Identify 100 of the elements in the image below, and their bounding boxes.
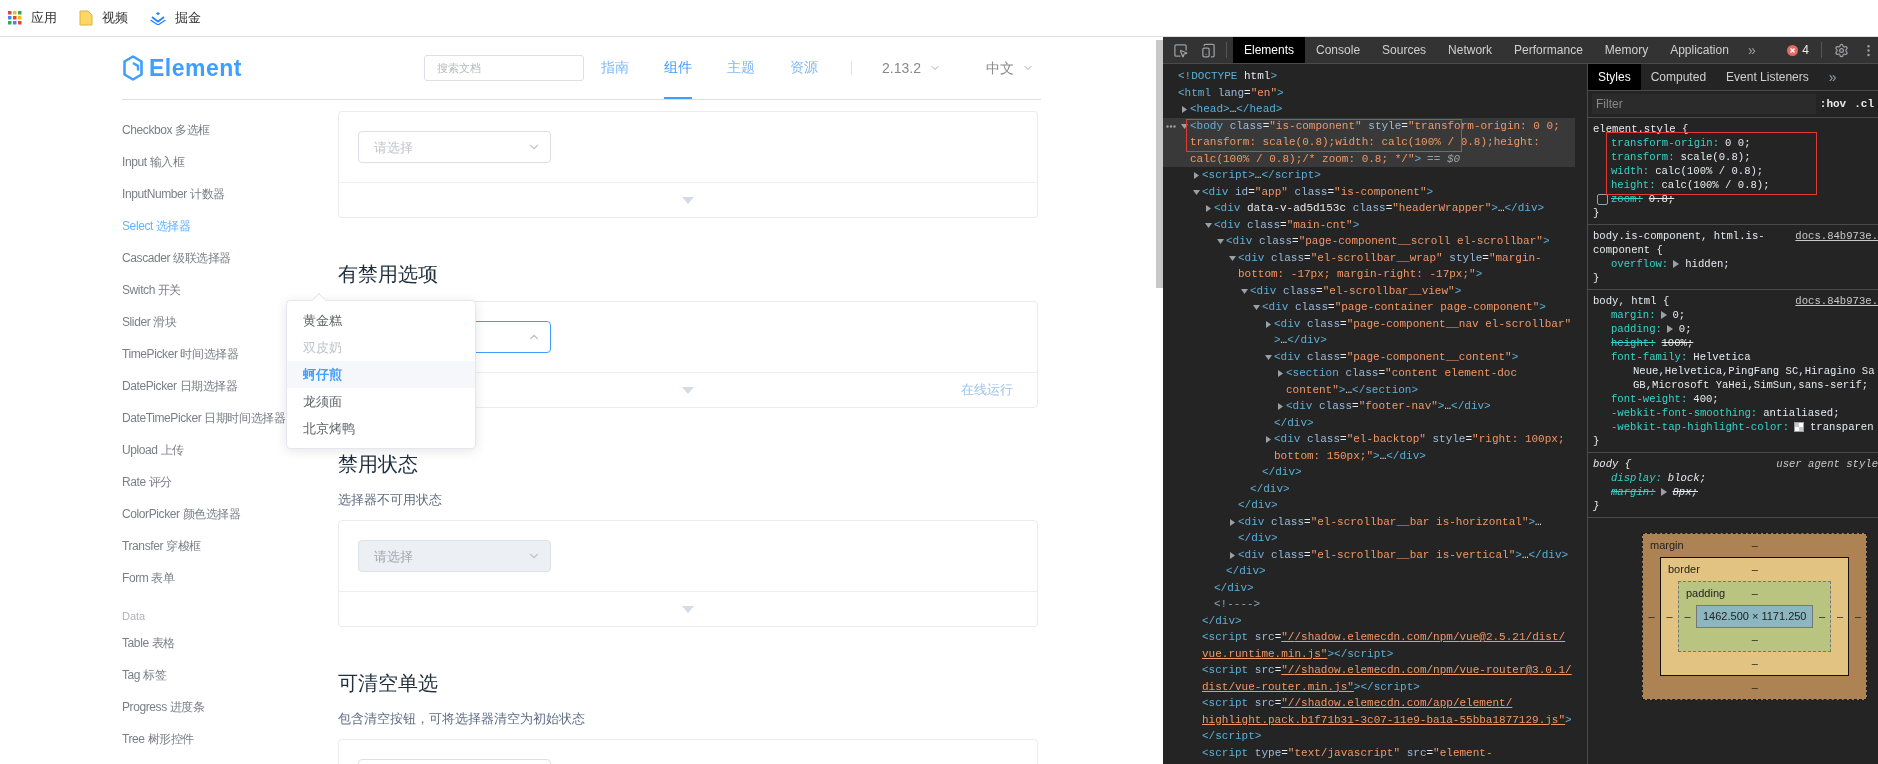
sidebar-item[interactable]: ColorPicker 颜色选择器 xyxy=(122,498,241,530)
caret-right-icon[interactable] xyxy=(1265,436,1272,443)
caret-right-icon[interactable] xyxy=(1193,172,1200,179)
error-counter[interactable]: 4 xyxy=(1787,41,1809,59)
panel-tab[interactable]: Console xyxy=(1305,37,1372,63)
caret-down-icon[interactable] xyxy=(1205,221,1212,229)
more-tabs-button[interactable]: » xyxy=(1747,39,1756,61)
dom-node[interactable]: <html lang="en"> xyxy=(1163,84,1575,101)
sidebar-item[interactable]: Input 输入框 xyxy=(122,146,185,178)
dom-node[interactable]: <script type="text/javascript" src="element- xyxy=(1163,744,1575,761)
dom-node[interactable]: <div class="el-scrollbar__view"> xyxy=(1163,282,1575,299)
closing-tag: </div> xyxy=(1250,482,1290,495)
dom-node[interactable]: <div class="el-scrollbar__bar is-horizontal">… xyxy=(1163,513,1575,530)
stylesheet-link[interactable]: docs.84b973e. xyxy=(1795,229,1878,243)
caret-right-icon[interactable] xyxy=(1229,551,1236,559)
caret-down-icon[interactable] xyxy=(1217,238,1224,245)
filter-field[interactable]: Filter xyxy=(1592,94,1816,114)
bookmark[interactable]: 视频 xyxy=(79,8,128,28)
sidebar-item[interactable]: Slider 滑块 xyxy=(122,306,177,338)
dom-node[interactable]: <div id="app" class="is-component"> xyxy=(1163,183,1575,200)
caret-right-icon[interactable] xyxy=(1265,320,1272,328)
bookmark[interactable]: 掘金 xyxy=(150,8,201,28)
property-value: Helvetica xyxy=(1693,350,1751,364)
version-select[interactable]: 2.13.2 xyxy=(882,57,941,79)
rule-close-brace: } xyxy=(1593,206,1600,220)
panel-tab[interactable]: Performance xyxy=(1503,37,1594,63)
sidebar-item[interactable]: InputNumber 计数器 xyxy=(122,178,225,210)
sidebar-item[interactable]: DateTimePicker 日期时间选择器 xyxy=(122,402,286,434)
sidebar-pane-tab[interactable]: Event Listeners xyxy=(1716,64,1819,90)
dom-node[interactable]: <!DOCTYPE html> xyxy=(1163,68,1575,85)
caret-down-icon[interactable] xyxy=(1229,254,1236,262)
caret-right-icon[interactable] xyxy=(1205,205,1212,212)
select-field[interactable]: 请选择 xyxy=(358,131,551,163)
expand-icon[interactable] xyxy=(1660,488,1667,496)
caret-down-icon[interactable] xyxy=(1253,304,1260,311)
panel-tab[interactable]: Memory xyxy=(1593,37,1660,63)
caret-down-icon[interactable] xyxy=(1181,122,1188,130)
sidebar-pane-tab[interactable]: Styles xyxy=(1588,64,1641,90)
sidebar-item[interactable]: Checkbox 多选框 xyxy=(122,114,210,146)
dom-node[interactable]: <div class="page-component__content"> xyxy=(1163,348,1575,365)
settings-icon[interactable] xyxy=(1834,42,1849,58)
dom-node-text: <div data-v-ad5d153c class="headerWrapper">…</div> xyxy=(1214,201,1545,216)
style-toggle-button[interactable]: .cl xyxy=(1850,95,1878,113)
dropdown-option[interactable]: 北京烤鸭 xyxy=(287,415,475,442)
dropdown-option[interactable]: 龙须面 xyxy=(287,388,475,415)
sidebar-item[interactable]: Form 表单 xyxy=(122,562,175,594)
panel-tab[interactable]: Elements xyxy=(1233,37,1306,63)
checkbox[interactable] xyxy=(1596,193,1608,205)
sidebar-item[interactable]: Cascader 级联选择器 xyxy=(122,242,232,274)
search-field[interactable]: 搜索文档 xyxy=(424,55,585,81)
dom-node[interactable]: <section class="content element-doc content">…</section> xyxy=(1163,365,1575,398)
style-toggle-button[interactable]: :hov xyxy=(1815,95,1851,113)
language-select[interactable]: 中文 xyxy=(986,57,1034,79)
scrollbar-thumb[interactable] xyxy=(1156,40,1163,288)
color-swatch-icon[interactable] xyxy=(1794,422,1804,432)
dom-node[interactable]: <div data-v-ad5d153c class="headerWrapper">…</div> xyxy=(1163,200,1575,217)
expand-icon[interactable] xyxy=(1673,260,1680,268)
panel-tab[interactable]: Application xyxy=(1659,37,1740,63)
rule-close-brace: } xyxy=(1593,271,1600,285)
dom-node[interactable]: <!----> xyxy=(1163,596,1575,613)
caret-right-icon[interactable] xyxy=(1229,518,1236,526)
stylesheet-link[interactable]: user agent style xyxy=(1776,457,1878,471)
dom-node[interactable]: <div class="page-component__nav el-scrollbar">…</div> xyxy=(1163,315,1575,349)
section-heading: 有禁用选项 xyxy=(338,262,439,287)
sidebar-item[interactable]: Switch 开关 xyxy=(122,274,182,306)
sidebar-item[interactable]: Transfer 穿梭框 xyxy=(122,530,201,562)
dom-node[interactable]: <head>…</head> xyxy=(1163,101,1575,118)
caret-down-icon[interactable] xyxy=(1265,353,1272,361)
dom-node[interactable]: <div class="main-cnt"> xyxy=(1163,216,1575,233)
inspect-icon[interactable] xyxy=(1173,42,1188,58)
dropdown-option[interactable]: 黄金糕 xyxy=(287,307,475,334)
sidebar-item[interactable]: Tree 树形控件 xyxy=(122,723,194,755)
dom-node[interactable]: <div class="footer-nav">…</div> xyxy=(1163,398,1575,415)
property-name: margin: xyxy=(1611,485,1656,499)
dom-node[interactable]: <div class="el-scrollbar__wrap" style="margin-bottom: -17px; margin-right: -17px;"> xyxy=(1163,249,1575,283)
caret-down-icon[interactable] xyxy=(1193,188,1200,196)
sidebar-item[interactable]: Progress 进度条 xyxy=(122,691,205,723)
sidebar-item[interactable]: Rate 评分 xyxy=(122,466,172,498)
caret-right-icon[interactable] xyxy=(1277,370,1284,377)
panel-tab[interactable]: Network xyxy=(1437,37,1504,63)
caret-right-icon[interactable] xyxy=(1181,106,1188,113)
sidebar-item[interactable]: Table 表格 xyxy=(122,627,175,659)
sidebar-pane-tab[interactable]: Computed xyxy=(1640,64,1717,90)
sidebar-item[interactable]: Upload 上传 xyxy=(122,434,184,466)
more-tabs-button[interactable]: » xyxy=(1828,66,1837,88)
stylesheet-link[interactable]: docs.84b973e. xyxy=(1795,294,1878,308)
caret-down-icon[interactable] xyxy=(1241,287,1248,295)
sidebar-item[interactable]: Tag 标签 xyxy=(122,659,167,691)
sidebar-item[interactable]: TimePicker 时间选择器 xyxy=(122,338,239,370)
device-toolbar-icon[interactable] xyxy=(1201,42,1216,58)
bookmark[interactable]: 应用 xyxy=(8,8,57,28)
dom-node[interactable]: <div class="el-backtop" style="right: 100px; bottom: 150px;">…</div> xyxy=(1163,431,1575,464)
dom-node[interactable]: <div class="page-component__scroll el-scrollbar"> xyxy=(1163,233,1575,250)
dom-node[interactable]: <div class="page-container page-component"> xyxy=(1163,299,1575,316)
panel-tab[interactable]: Sources xyxy=(1371,37,1438,63)
dom-node[interactable]: <script>…</script> xyxy=(1163,167,1575,184)
caret-right-icon[interactable] xyxy=(1277,403,1284,410)
more-icon[interactable] xyxy=(1166,124,1176,128)
sidebar-item[interactable]: DatePicker 日期选择器 xyxy=(122,370,238,402)
dom-node[interactable]: <div class="el-scrollbar__bar is-vertical">…</div> xyxy=(1163,546,1575,563)
